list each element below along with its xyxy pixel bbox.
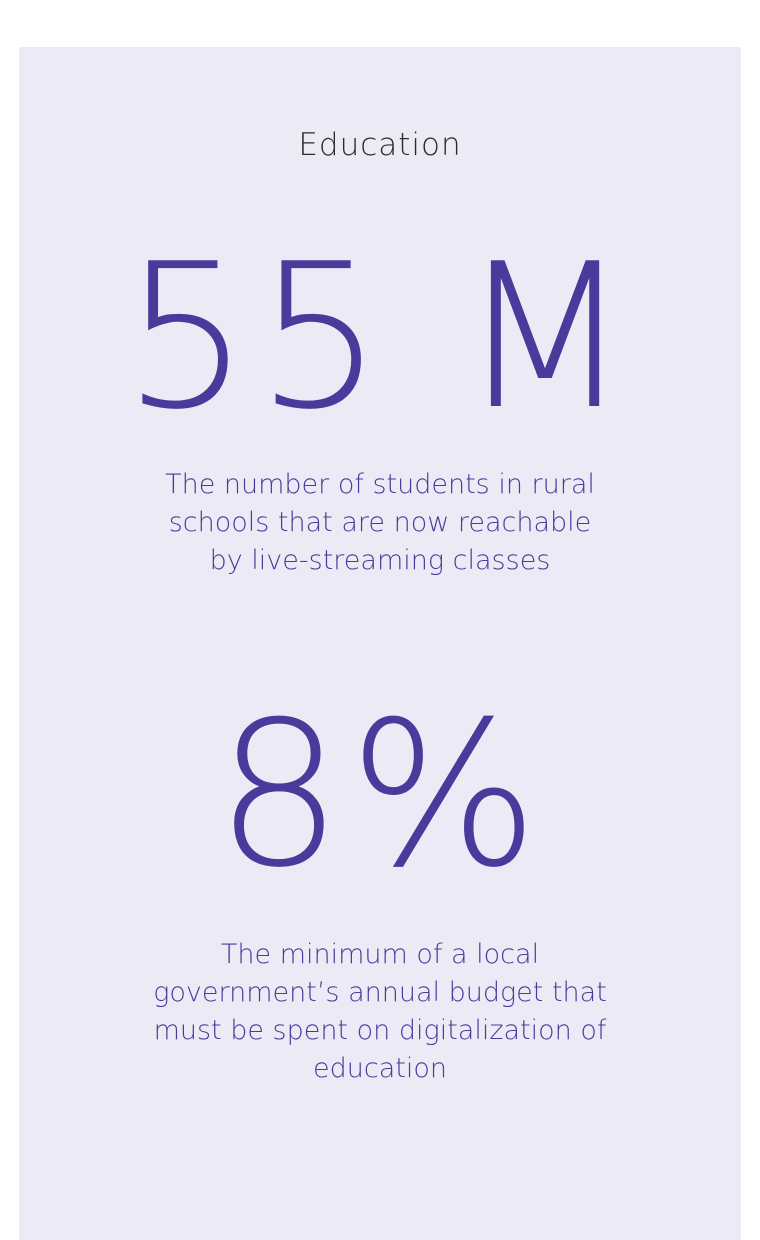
- stat-students-description: The number of students in rural schools …: [165, 469, 595, 576]
- stat-students-value: 55 M: [122, 221, 638, 454]
- stat-budget-value: 8%: [215, 679, 545, 912]
- section-title: Education: [298, 127, 462, 163]
- stat-budget-description: The minimum of a local government’s annu…: [153, 939, 607, 1084]
